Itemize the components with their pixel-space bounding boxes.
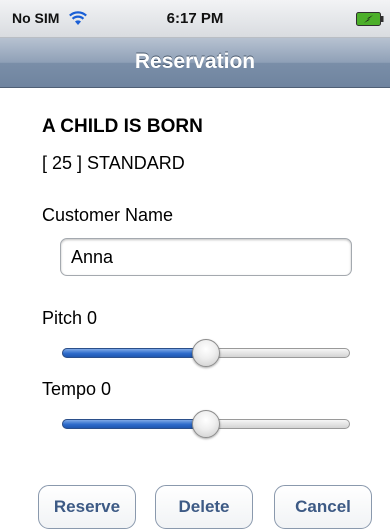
navigation-bar: Reservation — [0, 38, 390, 88]
page-title: Reservation — [134, 50, 256, 73]
pitch-label: Pitch 0 — [42, 308, 98, 328]
tempo-slider[interactable] — [60, 410, 352, 440]
pitch-slider-fill — [62, 348, 206, 358]
delete-button[interactable]: Delete — [155, 485, 253, 529]
cancel-button[interactable]: Cancel — [274, 485, 372, 529]
tempo-label: Tempo 0 — [42, 379, 112, 399]
battery-charging-icon — [356, 12, 384, 26]
customer-name-input[interactable] — [60, 238, 352, 276]
pitch-slider[interactable] — [60, 339, 352, 369]
tempo-slider-fill — [62, 419, 206, 429]
song-title: A CHILD IS BORN — [42, 116, 203, 137]
song-id-category: [ 25 ] STANDARD — [42, 153, 185, 173]
clock: 6:17 PM — [166, 10, 224, 27]
customer-name-label: Customer Name — [42, 205, 174, 225]
reserve-button[interactable]: Reserve — [38, 485, 136, 529]
tempo-slider-thumb[interactable] — [192, 410, 220, 438]
status-bar: No SIM 6:17 PM — [0, 0, 390, 38]
pitch-slider-thumb[interactable] — [192, 339, 220, 367]
